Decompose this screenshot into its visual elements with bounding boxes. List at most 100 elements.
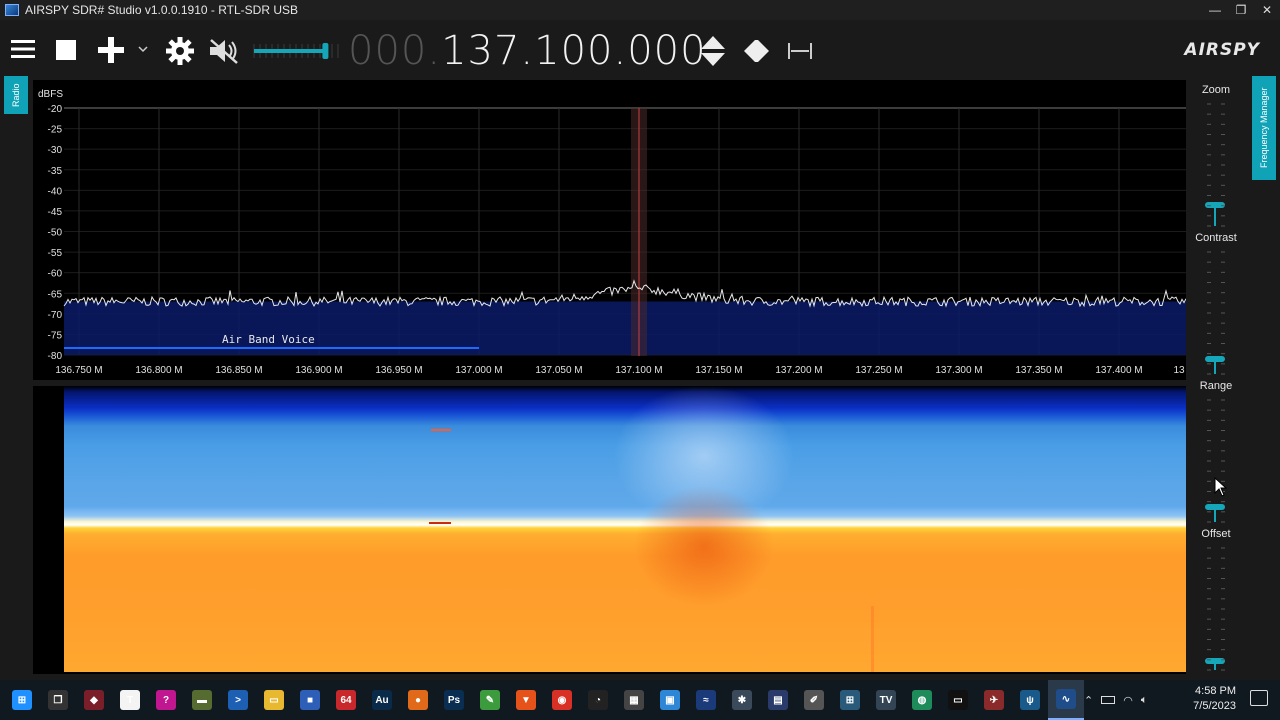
app-tank-icon[interactable]: ▬ <box>184 680 220 720</box>
waterfall-signal-mark <box>429 522 451 524</box>
app-orange-icon[interactable]: ● <box>400 680 436 720</box>
photoshop-icon[interactable]: Ps <box>436 680 472 720</box>
y-tick-label: -40 <box>48 186 63 197</box>
antenna-icon[interactable]: ψ <box>1012 680 1048 720</box>
x-tick-label: 13 <box>1173 365 1185 376</box>
app-text-icon-glyph: T <box>120 690 140 710</box>
hamburger-icon[interactable] <box>8 34 38 64</box>
explorer-icon-glyph: ▭ <box>264 690 284 710</box>
up-down-arrows-icon[interactable] <box>698 34 728 68</box>
start-icon[interactable]: ⊞ <box>4 680 40 720</box>
antenna-icon-glyph: ψ <box>1020 690 1040 710</box>
notification-icon[interactable] <box>1250 690 1268 706</box>
app-orange-icon-glyph: ● <box>408 690 428 710</box>
start-icon-glyph: ⊞ <box>12 690 32 710</box>
app-grid-icon[interactable]: ⊞ <box>832 680 868 720</box>
system-tray: ⌃ ◠ 🔈︎ <box>1084 680 1147 720</box>
app-64-icon[interactable]: 64 <box>328 680 364 720</box>
app-red-icon[interactable]: ◆ <box>76 680 112 720</box>
chevron-down-icon[interactable] <box>136 42 150 56</box>
chrome-icon[interactable]: ◉ <box>544 680 580 720</box>
chevron-up-icon[interactable]: ⌃ <box>1084 694 1093 707</box>
terminal-icon-glyph: ▭ <box>948 690 968 710</box>
y-tick-label: -75 <box>48 330 63 341</box>
waterfall-display[interactable] <box>33 386 1186 674</box>
app-icon <box>5 4 19 16</box>
taskbar-clock[interactable]: 4:58 PM 7/5/2023 <box>1193 684 1236 714</box>
maximize-button[interactable]: ❐ <box>1228 0 1254 20</box>
battery-icon[interactable] <box>1101 696 1116 704</box>
toolbar: 000.137.100.000 AIRSPY <box>0 20 1280 78</box>
x-tick-label: 137.300 M <box>935 365 982 376</box>
app-grid-icon-glyph: ⊞ <box>840 690 860 710</box>
y-tick-label: -65 <box>48 289 63 300</box>
app-speed-icon-glyph: ◔ <box>588 690 608 710</box>
y-tick-label: -25 <box>48 125 63 136</box>
skip-to-start-icon[interactable] <box>738 36 774 66</box>
gear-icon[interactable] <box>164 35 196 67</box>
help-icon-glyph: ? <box>156 690 176 710</box>
sdr-icon[interactable]: ≈ <box>688 680 724 720</box>
notepad-icon[interactable]: ✎ <box>472 680 508 720</box>
sdrsharp-icon[interactable]: ∿ <box>1048 680 1084 720</box>
x-tick-label: 136.850 M <box>215 365 262 376</box>
stop-icon[interactable] <box>54 38 78 62</box>
y-tick-label: -50 <box>48 228 63 239</box>
wifi-icon[interactable]: ◠ <box>1123 694 1133 707</box>
app-chart-icon[interactable]: ▣ <box>652 680 688 720</box>
app-red-icon-glyph: ◆ <box>84 690 104 710</box>
brave-icon[interactable]: ▼ <box>508 680 544 720</box>
x-tick-label: 136.950 M <box>375 365 422 376</box>
app-box-icon-glyph: ■ <box>300 690 320 710</box>
tab-radio[interactable]: Radio <box>4 76 28 114</box>
app-brush-icon[interactable]: ▦ <box>616 680 652 720</box>
app-satellite-icon[interactable]: ✈ <box>976 680 1012 720</box>
app-speed-icon[interactable]: ◔ <box>580 680 616 720</box>
sstv-icon-glyph: TV <box>876 690 896 710</box>
span-width-icon[interactable] <box>786 40 814 62</box>
mouse-cursor-icon <box>1214 477 1228 497</box>
airspy-logo: AIRSPY <box>1184 40 1260 60</box>
brave-icon-glyph: ▼ <box>516 690 536 710</box>
waterfall-signal-mark <box>431 429 451 431</box>
powershell-icon[interactable]: > <box>220 680 256 720</box>
app-pen-icon[interactable]: ✐ <box>796 680 832 720</box>
plus-icon[interactable] <box>96 36 126 64</box>
frequency-display[interactable]: 000.137.100.000 <box>348 27 707 75</box>
app-brush-icon-glyph: ▦ <box>624 690 644 710</box>
close-button[interactable]: ✕ <box>1254 0 1280 20</box>
help-icon[interactable]: ? <box>148 680 184 720</box>
app-globe-icon-glyph: ✱ <box>732 690 752 710</box>
app-box-icon[interactable]: ■ <box>292 680 328 720</box>
x-tick-label: 137.350 M <box>1015 365 1062 376</box>
title-bar: AIRSPY SDR# Studio v1.0.0.1910 - RTL-SDR… <box>0 0 1280 20</box>
y-tick-label: -80 <box>48 351 63 362</box>
x-tick-label: 137.400 M <box>1095 365 1142 376</box>
spectrum-analyzer[interactable]: -20 -25 -30 -35 -40 -45 -50 -55 -60 -65 -70 -75 -80 … <box>33 80 1200 380</box>
app-earth-icon[interactable]: ◍ <box>904 680 940 720</box>
app-chart-icon-glyph: ▣ <box>660 690 680 710</box>
x-tick-label: 137.150 M <box>695 365 742 376</box>
x-tick-label: 137.100 M <box>615 365 662 376</box>
frequency-dim-digits: 000. <box>348 28 442 74</box>
volume-icon[interactable]: 🔈︎ <box>1141 694 1148 707</box>
powershell-icon-glyph: > <box>228 690 248 710</box>
terminal-icon[interactable]: ▭ <box>940 680 976 720</box>
sstv-icon[interactable]: TV <box>868 680 904 720</box>
spectrum-plot[interactable]: -20-25-30-35-40-45-50-55-60-65-70-75-80 … <box>33 80 1200 380</box>
app-globe-icon[interactable]: ✱ <box>724 680 760 720</box>
x-tick-label: 137.250 M <box>855 365 902 376</box>
volume-slider[interactable] <box>252 42 342 60</box>
tab-frequency-manager[interactable]: Frequency Manager <box>1252 76 1276 180</box>
explorer-icon[interactable]: ▭ <box>256 680 292 720</box>
task-view-icon[interactable]: ❐ <box>40 680 76 720</box>
waterfall-signal-trace <box>871 606 874 672</box>
notepad-icon-glyph: ✎ <box>480 690 500 710</box>
minimize-button[interactable]: — <box>1202 0 1228 20</box>
y-tick-label: -55 <box>48 248 63 259</box>
speaker-muted-icon[interactable] <box>206 36 242 66</box>
app-wave-icon[interactable]: ▤ <box>760 680 796 720</box>
audition-icon[interactable]: Au <box>364 680 400 720</box>
app-text-icon[interactable]: T <box>112 680 148 720</box>
app-64-icon-glyph: 64 <box>336 690 356 710</box>
